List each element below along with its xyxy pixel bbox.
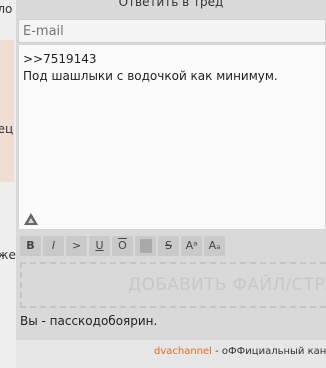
background-text-fragment: оло: [0, 2, 13, 16]
background-text-fragment: рец: [0, 122, 14, 136]
markup-toolbar: B I > U O S Aᵃ Aₐ: [20, 236, 225, 258]
background-text-fragment: лже: [0, 248, 16, 262]
background-post: [0, 40, 14, 182]
footer-suffix: - оФФициальный канал: [215, 346, 326, 357]
form-footer: dvachannel - оФФициальный канал: [16, 340, 326, 368]
spoiler-button[interactable]: [135, 236, 156, 256]
reply-form-header[interactable]: Ответить в тред: [16, 0, 326, 13]
italic-button[interactable]: I: [43, 236, 64, 256]
channel-link[interactable]: dvachannel: [154, 346, 212, 357]
bold-button[interactable]: B: [20, 236, 41, 256]
triangle-logo-icon[interactable]: [23, 212, 39, 226]
spoiler-icon: [139, 239, 152, 253]
strikethrough-button[interactable]: S: [158, 236, 179, 256]
quote-button[interactable]: >: [66, 236, 87, 256]
overline-button[interactable]: O: [112, 236, 133, 256]
dropzone-label: ДОБАВИТЬ ФАЙЛ/СТРАНИЦУ: [128, 275, 326, 295]
footer-text: dvachannel - оФФициальный канал: [154, 346, 326, 357]
reply-form: Ответить в тред >>7519143 Под шашлыки с …: [16, 0, 326, 368]
subscript-button[interactable]: Aₐ: [204, 236, 225, 256]
passcode-caption: Вы - пасскодобоярин.: [20, 314, 158, 328]
file-dropzone[interactable]: ДОБАВИТЬ ФАЙЛ/СТРАНИЦУ: [20, 262, 326, 308]
superscript-button[interactable]: Aᵃ: [181, 236, 202, 256]
message-textarea[interactable]: >>7519143 Под шашлыки с водочкой как мин…: [18, 44, 326, 230]
message-line: >>7519143: [23, 52, 97, 66]
message-line: Под шашлыки с водочкой как минимум.: [23, 69, 278, 83]
underline-button[interactable]: U: [89, 236, 110, 256]
email-field[interactable]: [18, 19, 326, 43]
